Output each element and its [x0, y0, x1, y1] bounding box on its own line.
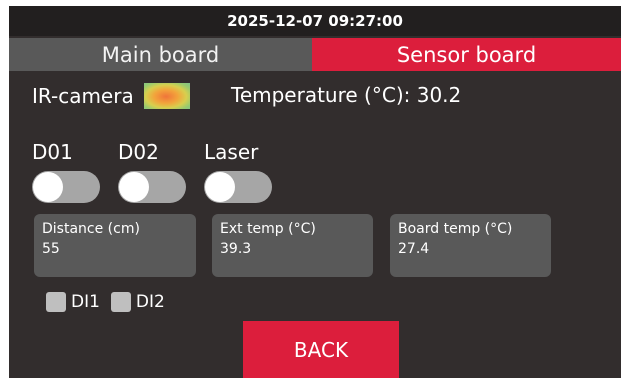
di2-checkbox[interactable]	[110, 292, 131, 312]
di1-label: DI1	[71, 292, 100, 312]
datetime-display: 2025-12-07 09:27:00	[9, 6, 621, 36]
card-value: 55	[42, 241, 60, 257]
ext-temp-card: Ext temp (°C) 39.3	[212, 214, 373, 277]
switch-label: D01	[32, 140, 73, 164]
temperature-readout: Temperature (°C): 30.2	[231, 83, 462, 107]
card-value: 39.3	[220, 241, 252, 257]
switch-label: Laser	[204, 140, 259, 164]
toggle-knob	[119, 172, 149, 202]
switch-d02: D02	[118, 139, 190, 203]
di1-item: DI1	[46, 292, 100, 312]
ir-camera-row: IR-camera	[32, 83, 190, 109]
tab-bar: Main board Sensor board	[9, 38, 621, 71]
toggle-knob	[205, 172, 235, 202]
d02-toggle[interactable]	[118, 171, 186, 203]
toggle-knob	[33, 172, 63, 202]
tab-main-board[interactable]: Main board	[9, 38, 312, 71]
switch-label: D02	[118, 140, 159, 164]
board-temp-card: Board temp (°C) 27.4	[390, 214, 551, 277]
hmi-screen: 2025-12-07 09:27:00 Main board Sensor bo…	[9, 6, 621, 378]
switch-laser: Laser	[204, 139, 276, 203]
back-button[interactable]: BACK	[243, 321, 399, 378]
tab-sensor-board[interactable]: Sensor board	[312, 38, 621, 71]
card-value: 27.4	[398, 241, 430, 257]
d01-toggle[interactable]	[32, 171, 100, 203]
di2-label: DI2	[135, 292, 165, 312]
card-label: Board temp (°C)	[398, 221, 513, 237]
distance-card: Distance (cm) 55	[34, 214, 196, 277]
digital-inputs: DI1 DI2	[46, 292, 176, 312]
card-label: Ext temp (°C)	[220, 221, 316, 237]
ir-camera-thumbnail[interactable]	[143, 83, 190, 109]
switch-d01: D01	[32, 139, 104, 203]
card-label: Distance (cm)	[42, 221, 140, 237]
di1-checkbox[interactable]	[46, 292, 66, 312]
ir-camera-label: IR-camera	[32, 84, 134, 108]
laser-toggle[interactable]	[204, 171, 272, 203]
di2-item: DI2	[110, 292, 165, 312]
